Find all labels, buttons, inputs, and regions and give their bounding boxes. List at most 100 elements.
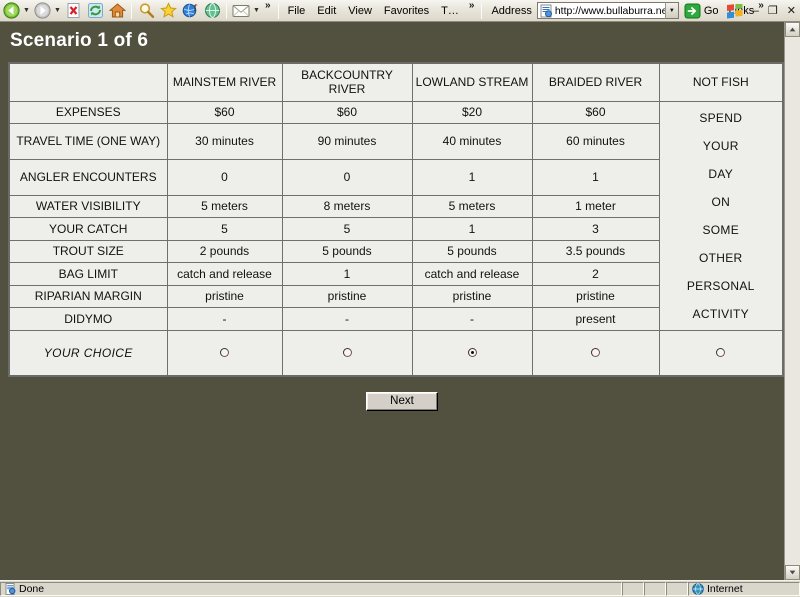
page-scrollbar[interactable] xyxy=(784,22,800,580)
choice-cell-braided[interactable] xyxy=(531,329,660,377)
choice-row: YOUR CHOICE xyxy=(8,329,784,377)
cell-water-visibility-braided: 1 meter xyxy=(531,194,660,219)
security-zone-cell[interactable]: Internet xyxy=(688,582,800,596)
row-label-trout-size: TROUT SIZE xyxy=(8,239,168,264)
close-button[interactable]: ✕ xyxy=(785,5,798,17)
status-pad-3 xyxy=(666,582,688,596)
address-value: http://www.bullaburra.net/c xyxy=(554,4,665,17)
menu-favorites[interactable]: Favorites xyxy=(378,1,435,21)
menu-tools[interactable]: T… xyxy=(435,1,465,21)
choice-cell-mainstem[interactable] xyxy=(166,329,283,377)
table-row: EXPENSES $60 $60 $20 $60 SPEND YOUR DAY … xyxy=(8,100,784,331)
notfish-line: PERSONAL xyxy=(686,278,755,293)
row-label-riparian-margin: RIPARIAN MARGIN xyxy=(8,284,168,308)
notfish-line: ON xyxy=(711,194,731,209)
history-icon[interactable] xyxy=(201,1,223,21)
security-zone-label: Internet xyxy=(707,583,743,595)
cell-your-catch-backcountry: 5 xyxy=(281,217,413,241)
back-dropdown-icon[interactable]: ▼ xyxy=(22,1,31,21)
toolbar-overflow-icon[interactable]: » xyxy=(261,0,275,11)
menu-edit[interactable]: Edit xyxy=(311,1,342,21)
radio-mainstem[interactable] xyxy=(220,347,229,357)
scenario-table: MAINSTEM RIVER BACKCOUNTRY RIVER LOWLAND… xyxy=(8,62,784,377)
menu-overflow-icon[interactable]: » xyxy=(465,0,479,11)
chevron-down-icon xyxy=(789,570,796,575)
cell-expenses-braided: $60 xyxy=(531,100,660,124)
menu-file[interactable]: File xyxy=(282,1,312,21)
cell-bag-limit-lowland: catch and release xyxy=(411,262,533,286)
table-corner-cell xyxy=(8,62,168,102)
menu-bar: File Edit View Favorites T… » xyxy=(282,0,479,22)
status-pad-1 xyxy=(622,582,644,596)
radio-lowland[interactable] xyxy=(467,347,477,357)
notfish-line: OTHER xyxy=(699,250,743,265)
cell-travel-time-lowland: 40 minutes xyxy=(411,122,533,160)
address-input[interactable]: http://www.bullaburra.net/c xyxy=(536,2,665,19)
cell-didymo-braided: present xyxy=(531,306,660,331)
status-message-cell: Done xyxy=(0,582,622,596)
globe-icon xyxy=(692,583,704,595)
restore-button[interactable]: ❐ xyxy=(766,5,780,17)
radio-notfish[interactable] xyxy=(716,347,726,357)
cell-bag-limit-backcountry: 1 xyxy=(281,262,413,286)
cell-riparian-margin-braided: pristine xyxy=(531,284,660,308)
choice-cell-backcountry[interactable] xyxy=(281,329,413,377)
address-bar: Address http://www.bullaburra.net/c ▼ Go… xyxy=(485,0,767,22)
row-label-your-choice: YOUR CHOICE xyxy=(8,329,168,377)
cell-your-catch-lowland: 1 xyxy=(411,217,533,241)
cell-your-catch-mainstem: 5 xyxy=(166,217,283,241)
chevron-up-icon xyxy=(789,27,796,32)
cell-water-visibility-backcountry: 8 meters xyxy=(281,194,413,219)
page-icon xyxy=(539,4,553,18)
cell-trout-size-lowland: 5 pounds xyxy=(411,239,533,264)
toolbar-separator xyxy=(277,2,279,19)
forward-dropdown-icon: ▼ xyxy=(54,7,61,14)
next-button[interactable]: Next xyxy=(366,392,438,411)
cell-your-catch-braided: 3 xyxy=(531,217,660,241)
toolbar-separator xyxy=(131,2,132,19)
toolbar-separator xyxy=(226,2,227,19)
address-dropdown-icon[interactable]: ▼ xyxy=(664,2,679,19)
choice-cell-notfish[interactable] xyxy=(658,329,784,377)
cell-travel-time-mainstem: 30 minutes xyxy=(166,122,283,160)
go-label: Go xyxy=(703,4,719,17)
status-pad-2 xyxy=(644,582,666,596)
browser-window: ▼ ▼ ▼ » File Edit View Favorites T… » Ad… xyxy=(0,0,800,597)
back-icon[interactable] xyxy=(0,1,22,21)
menu-view[interactable]: View xyxy=(342,1,378,21)
scroll-up-button[interactable] xyxy=(785,22,800,37)
notfish-line: SPEND xyxy=(699,110,743,125)
search-icon[interactable] xyxy=(135,1,157,21)
cell-bag-limit-mainstem: catch and release xyxy=(166,262,283,286)
media-icon[interactable] xyxy=(179,1,201,21)
status-bar: Done Internet xyxy=(0,580,800,597)
window-controls: – ❐ ✕ xyxy=(726,0,798,22)
cell-expenses-mainstem: $60 xyxy=(166,100,283,124)
next-button-container: Next xyxy=(8,391,782,411)
notfish-line: YOUR xyxy=(702,138,739,153)
minimize-button[interactable]: – xyxy=(751,5,761,17)
address-label: Address xyxy=(491,4,532,17)
go-button[interactable]: Go xyxy=(679,3,723,19)
home-icon[interactable] xyxy=(106,1,128,21)
cell-trout-size-braided: 3.5 pounds xyxy=(531,239,660,264)
table-header-row: MAINSTEM RIVER BACKCOUNTRY RIVER LOWLAND… xyxy=(8,62,784,102)
cell-angler-encounters-lowland: 1 xyxy=(411,158,533,196)
cell-expenses-backcountry: $60 xyxy=(281,100,413,124)
mail-icon[interactable] xyxy=(230,1,252,21)
page-content: Scenario 1 of 6 MAINSTEM RIVER BACKCOUNT… xyxy=(0,22,784,580)
radio-braided[interactable] xyxy=(591,347,600,357)
column-header-braided: BRAIDED RIVER xyxy=(531,62,660,102)
stop-icon[interactable] xyxy=(62,1,84,21)
cell-riparian-margin-backcountry: pristine xyxy=(281,284,413,308)
row-label-expenses: EXPENSES xyxy=(8,100,168,124)
row-label-travel-time: TRAVEL TIME (ONE WAY) xyxy=(8,122,168,160)
mail-dropdown-icon[interactable]: ▼ xyxy=(252,1,261,21)
cell-angler-encounters-backcountry: 0 xyxy=(281,158,413,196)
favorites-icon[interactable] xyxy=(157,1,179,21)
refresh-icon[interactable] xyxy=(84,1,106,21)
radio-backcountry[interactable] xyxy=(342,347,352,357)
choice-cell-lowland[interactable] xyxy=(411,329,533,377)
forward-icon xyxy=(31,1,53,21)
scroll-down-button[interactable] xyxy=(785,565,800,580)
